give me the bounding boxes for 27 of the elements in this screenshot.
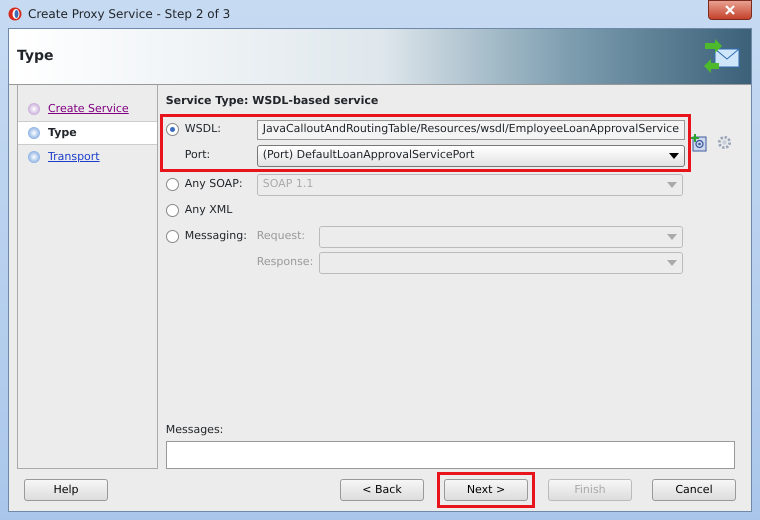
current-step: Type xyxy=(48,124,77,142)
messages-label: Messages: xyxy=(166,422,224,438)
close-icon xyxy=(725,5,735,15)
step-link[interactable]: Create Service xyxy=(48,100,129,118)
dialog-button[interactable]: Next > xyxy=(444,479,528,501)
page-title: Type xyxy=(17,48,54,65)
step-link[interactable]: Transport xyxy=(48,148,100,166)
dropdown[interactable]: (Port) DefaultLoanApprovalServicePort xyxy=(256,144,685,166)
option-label: Any SOAP: xyxy=(184,176,244,192)
radio-button[interactable] xyxy=(166,123,179,136)
response-label: Response: xyxy=(256,254,313,270)
port-label: Port: xyxy=(184,147,212,164)
option-label: Messaging: xyxy=(184,228,248,244)
browse-wsdl-icon[interactable] xyxy=(691,134,707,152)
radio-button[interactable] xyxy=(166,204,179,217)
dialog-button[interactable]: Cancel xyxy=(652,479,736,501)
app-logo-icon xyxy=(8,7,22,21)
request-label: Request: xyxy=(256,228,306,244)
dialog-button[interactable]: < Back xyxy=(340,479,424,501)
wsdl-path-field[interactable]: JavaCalloutAndRoutingTable/Resources/wsdl/EmployeeLoanApprovalService xyxy=(256,120,685,140)
close-button[interactable] xyxy=(708,0,752,20)
settings-icon[interactable] xyxy=(717,135,732,150)
option-label: WSDL: xyxy=(184,121,222,138)
option-label: Any XML xyxy=(184,202,234,218)
window-title: Create Proxy Service - Step 2 of 3 xyxy=(28,6,230,23)
service-type-heading: Service Type: WSDL-based service xyxy=(166,93,380,109)
dialog-button[interactable]: Help xyxy=(24,479,108,501)
